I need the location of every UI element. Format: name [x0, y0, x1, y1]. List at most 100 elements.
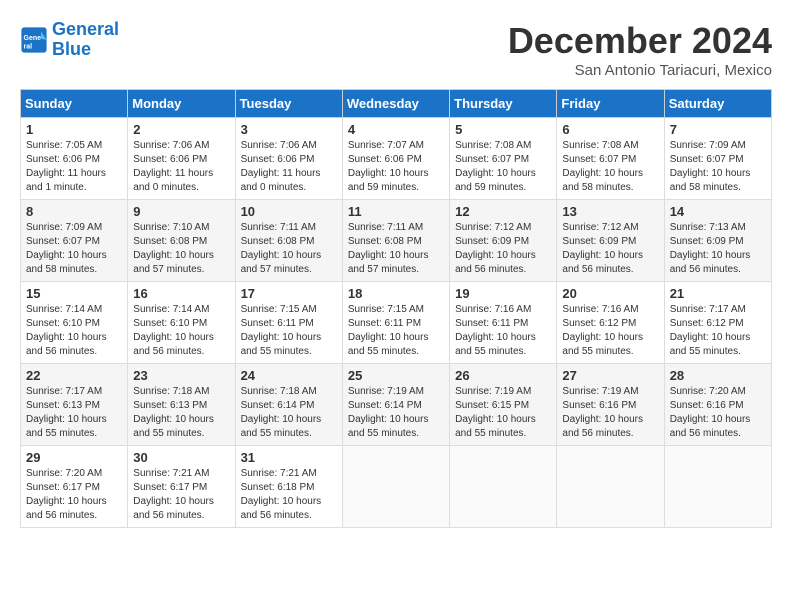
day-number: 13 — [562, 204, 658, 219]
calendar-day-cell: 14 Sunrise: 7:13 AM Sunset: 6:09 PM Dayl… — [664, 200, 771, 282]
calendar-day-cell: 25 Sunrise: 7:19 AM Sunset: 6:14 PM Dayl… — [342, 364, 449, 446]
calendar-day-cell: 18 Sunrise: 7:15 AM Sunset: 6:11 PM Dayl… — [342, 282, 449, 364]
day-number: 14 — [670, 204, 766, 219]
day-number: 4 — [348, 122, 444, 137]
calendar-day-cell: 15 Sunrise: 7:14 AM Sunset: 6:10 PM Dayl… — [21, 282, 128, 364]
logo: Gene ral General Blue — [20, 20, 119, 60]
day-info: Sunrise: 7:21 AM Sunset: 6:17 PM Dayligh… — [133, 467, 229, 523]
calendar-day-cell: 29 Sunrise: 7:20 AM Sunset: 6:17 PM Dayl… — [21, 446, 128, 528]
day-number: 5 — [455, 122, 551, 137]
day-number: 1 — [26, 122, 122, 137]
days-header-row: Sunday Monday Tuesday Wednesday Thursday… — [21, 90, 772, 118]
title-area: December 2024 San Antonio Tariacuri, Mex… — [508, 20, 772, 79]
day-number: 24 — [241, 368, 337, 383]
calendar-day-cell: 2 Sunrise: 7:06 AM Sunset: 6:06 PM Dayli… — [128, 118, 235, 200]
calendar-day-cell: 1 Sunrise: 7:05 AM Sunset: 6:06 PM Dayli… — [21, 118, 128, 200]
day-info: Sunrise: 7:20 AM Sunset: 6:17 PM Dayligh… — [26, 467, 122, 523]
day-info: Sunrise: 7:11 AM Sunset: 6:08 PM Dayligh… — [241, 221, 337, 277]
day-number: 16 — [133, 286, 229, 301]
logo-text: General Blue — [52, 20, 119, 60]
day-info: Sunrise: 7:14 AM Sunset: 6:10 PM Dayligh… — [26, 303, 122, 359]
day-number: 25 — [348, 368, 444, 383]
day-info: Sunrise: 7:12 AM Sunset: 6:09 PM Dayligh… — [455, 221, 551, 277]
day-number: 15 — [26, 286, 122, 301]
calendar-day-cell: 21 Sunrise: 7:17 AM Sunset: 6:12 PM Dayl… — [664, 282, 771, 364]
day-info: Sunrise: 7:09 AM Sunset: 6:07 PM Dayligh… — [26, 221, 122, 277]
calendar-week-row: 29 Sunrise: 7:20 AM Sunset: 6:17 PM Dayl… — [21, 446, 772, 528]
calendar-week-row: 1 Sunrise: 7:05 AM Sunset: 6:06 PM Dayli… — [21, 118, 772, 200]
day-info: Sunrise: 7:18 AM Sunset: 6:13 PM Dayligh… — [133, 385, 229, 441]
logo-general: General — [52, 19, 119, 39]
calendar-day-cell: 28 Sunrise: 7:20 AM Sunset: 6:16 PM Dayl… — [664, 364, 771, 446]
day-info: Sunrise: 7:14 AM Sunset: 6:10 PM Dayligh… — [133, 303, 229, 359]
day-info: Sunrise: 7:05 AM Sunset: 6:06 PM Dayligh… — [26, 139, 122, 195]
day-number: 2 — [133, 122, 229, 137]
day-info: Sunrise: 7:19 AM Sunset: 6:16 PM Dayligh… — [562, 385, 658, 441]
day-info: Sunrise: 7:09 AM Sunset: 6:07 PM Dayligh… — [670, 139, 766, 195]
day-info: Sunrise: 7:15 AM Sunset: 6:11 PM Dayligh… — [348, 303, 444, 359]
calendar-day-cell: 20 Sunrise: 7:16 AM Sunset: 6:12 PM Dayl… — [557, 282, 664, 364]
logo-blue: Blue — [52, 40, 119, 60]
day-info: Sunrise: 7:07 AM Sunset: 6:06 PM Dayligh… — [348, 139, 444, 195]
calendar-day-cell: 26 Sunrise: 7:19 AM Sunset: 6:15 PM Dayl… — [450, 364, 557, 446]
calendar-table: Sunday Monday Tuesday Wednesday Thursday… — [20, 89, 772, 528]
header-thursday: Thursday — [450, 90, 557, 118]
calendar-day-cell: 19 Sunrise: 7:16 AM Sunset: 6:11 PM Dayl… — [450, 282, 557, 364]
header: Gene ral General Blue December 2024 San … — [20, 20, 772, 79]
calendar-week-row: 22 Sunrise: 7:17 AM Sunset: 6:13 PM Dayl… — [21, 364, 772, 446]
calendar-day-cell: 24 Sunrise: 7:18 AM Sunset: 6:14 PM Dayl… — [235, 364, 342, 446]
svg-text:Gene: Gene — [24, 35, 42, 42]
day-info: Sunrise: 7:10 AM Sunset: 6:08 PM Dayligh… — [133, 221, 229, 277]
day-number: 9 — [133, 204, 229, 219]
calendar-day-cell: 10 Sunrise: 7:11 AM Sunset: 6:08 PM Dayl… — [235, 200, 342, 282]
header-tuesday: Tuesday — [235, 90, 342, 118]
day-number: 28 — [670, 368, 766, 383]
day-info: Sunrise: 7:19 AM Sunset: 6:14 PM Dayligh… — [348, 385, 444, 441]
calendar-week-row: 8 Sunrise: 7:09 AM Sunset: 6:07 PM Dayli… — [21, 200, 772, 282]
day-number: 19 — [455, 286, 551, 301]
day-number: 3 — [241, 122, 337, 137]
calendar-day-cell: 3 Sunrise: 7:06 AM Sunset: 6:06 PM Dayli… — [235, 118, 342, 200]
calendar-day-cell: 16 Sunrise: 7:14 AM Sunset: 6:10 PM Dayl… — [128, 282, 235, 364]
day-info: Sunrise: 7:21 AM Sunset: 6:18 PM Dayligh… — [241, 467, 337, 523]
header-saturday: Saturday — [664, 90, 771, 118]
header-friday: Friday — [557, 90, 664, 118]
day-info: Sunrise: 7:06 AM Sunset: 6:06 PM Dayligh… — [133, 139, 229, 195]
calendar-week-row: 15 Sunrise: 7:14 AM Sunset: 6:10 PM Dayl… — [21, 282, 772, 364]
day-info: Sunrise: 7:08 AM Sunset: 6:07 PM Dayligh… — [562, 139, 658, 195]
day-number: 22 — [26, 368, 122, 383]
day-number: 26 — [455, 368, 551, 383]
day-info: Sunrise: 7:12 AM Sunset: 6:09 PM Dayligh… — [562, 221, 658, 277]
day-number: 17 — [241, 286, 337, 301]
calendar-day-cell: 17 Sunrise: 7:15 AM Sunset: 6:11 PM Dayl… — [235, 282, 342, 364]
header-monday: Monday — [128, 90, 235, 118]
calendar-day-cell: 22 Sunrise: 7:17 AM Sunset: 6:13 PM Dayl… — [21, 364, 128, 446]
calendar-day-cell — [557, 446, 664, 528]
calendar-day-cell — [342, 446, 449, 528]
logo-icon: Gene ral — [20, 26, 48, 54]
day-number: 20 — [562, 286, 658, 301]
calendar-day-cell: 12 Sunrise: 7:12 AM Sunset: 6:09 PM Dayl… — [450, 200, 557, 282]
day-number: 29 — [26, 450, 122, 465]
calendar-day-cell: 7 Sunrise: 7:09 AM Sunset: 6:07 PM Dayli… — [664, 118, 771, 200]
calendar-day-cell: 8 Sunrise: 7:09 AM Sunset: 6:07 PM Dayli… — [21, 200, 128, 282]
day-number: 10 — [241, 204, 337, 219]
calendar-day-cell: 23 Sunrise: 7:18 AM Sunset: 6:13 PM Dayl… — [128, 364, 235, 446]
header-sunday: Sunday — [21, 90, 128, 118]
day-number: 23 — [133, 368, 229, 383]
calendar-day-cell: 9 Sunrise: 7:10 AM Sunset: 6:08 PM Dayli… — [128, 200, 235, 282]
day-info: Sunrise: 7:20 AM Sunset: 6:16 PM Dayligh… — [670, 385, 766, 441]
header-wednesday: Wednesday — [342, 90, 449, 118]
day-number: 30 — [133, 450, 229, 465]
calendar-day-cell: 4 Sunrise: 7:07 AM Sunset: 6:06 PM Dayli… — [342, 118, 449, 200]
day-info: Sunrise: 7:15 AM Sunset: 6:11 PM Dayligh… — [241, 303, 337, 359]
calendar-day-cell: 27 Sunrise: 7:19 AM Sunset: 6:16 PM Dayl… — [557, 364, 664, 446]
day-info: Sunrise: 7:17 AM Sunset: 6:13 PM Dayligh… — [26, 385, 122, 441]
day-info: Sunrise: 7:17 AM Sunset: 6:12 PM Dayligh… — [670, 303, 766, 359]
calendar-day-cell: 13 Sunrise: 7:12 AM Sunset: 6:09 PM Dayl… — [557, 200, 664, 282]
calendar-day-cell: 30 Sunrise: 7:21 AM Sunset: 6:17 PM Dayl… — [128, 446, 235, 528]
day-info: Sunrise: 7:16 AM Sunset: 6:11 PM Dayligh… — [455, 303, 551, 359]
day-number: 8 — [26, 204, 122, 219]
day-info: Sunrise: 7:08 AM Sunset: 6:07 PM Dayligh… — [455, 139, 551, 195]
day-info: Sunrise: 7:19 AM Sunset: 6:15 PM Dayligh… — [455, 385, 551, 441]
